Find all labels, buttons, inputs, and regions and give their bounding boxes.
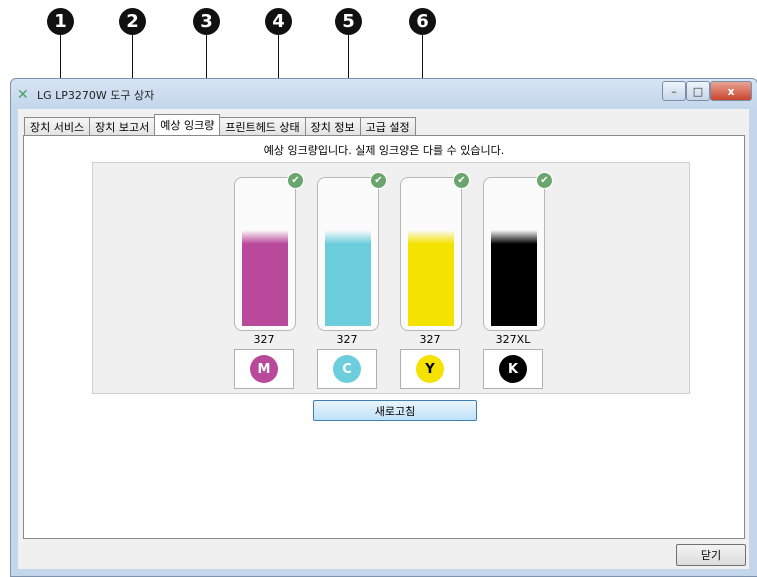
maximize-button[interactable]: □	[686, 81, 710, 101]
magenta-color-icon: M	[250, 355, 278, 383]
tab-estimated-ink[interactable]: 예상 잉크량	[154, 114, 221, 135]
refresh-button[interactable]: 새로고침	[313, 400, 477, 421]
ink-levels-area: ✔ 327 M ✔ 327 C ✔ 327 Y ✔ 327XL K	[92, 162, 690, 394]
tab-advanced-settings[interactable]: 고급 설정	[359, 117, 416, 135]
color-label-box: C	[317, 349, 377, 389]
ink-level-fill	[242, 230, 288, 326]
ink-tank	[317, 177, 379, 331]
callout-number: 4	[265, 8, 292, 35]
ink-tank	[400, 177, 462, 331]
callout-3: 3	[193, 8, 220, 123]
callout-number: 6	[409, 8, 436, 35]
cartridge-number: 327	[336, 333, 358, 346]
ink-level-fill	[325, 230, 371, 326]
yellow-color-icon: Y	[416, 355, 444, 383]
check-icon: ✔	[287, 172, 304, 189]
minimize-button[interactable]: –	[662, 81, 686, 101]
callout-4: 4	[265, 8, 292, 126]
minimize-icon: –	[671, 84, 677, 98]
ink-level-fill	[491, 230, 537, 326]
ink-tank	[483, 177, 545, 331]
cartridge-number: 327	[253, 333, 275, 346]
close-button[interactable]: 닫기	[676, 544, 746, 566]
callout-2: 2	[119, 8, 146, 126]
tab-device-info[interactable]: 장치 정보	[304, 117, 361, 135]
callout-number: 3	[193, 8, 220, 35]
callout-6: 6	[409, 8, 436, 126]
callout-5: 5	[335, 8, 362, 126]
cyan-color-icon: C	[333, 355, 361, 383]
app-icon: ✕	[17, 87, 29, 103]
tab-device-service[interactable]: 장치 서비스	[24, 117, 91, 135]
color-label-box: K	[483, 349, 543, 389]
window-client: 장치 서비스 장치 보고서 예상 잉크량 프린트헤드 상태 장치 정보 고급 설…	[18, 109, 749, 569]
maximize-icon: □	[692, 84, 704, 98]
tab-device-report[interactable]: 장치 보고서	[89, 117, 156, 135]
black-color-icon: K	[499, 355, 527, 383]
check-icon: ✔	[536, 172, 553, 189]
check-icon: ✔	[370, 172, 387, 189]
cartridge-number: 327	[419, 333, 441, 346]
callout-number: 1	[47, 8, 74, 35]
ink-estimate-message: 예상 잉크량입니다. 실제 잉크양은 다를 수 있습니다.	[263, 144, 505, 157]
cartridge-number: 327XL	[495, 333, 531, 346]
title-bar[interactable]: ✕ LG LP3270W 도구 상자 – □ x	[11, 79, 757, 109]
window-title: LG LP3270W 도구 상자	[37, 89, 155, 102]
color-label-box: Y	[400, 349, 460, 389]
ink-tank	[234, 177, 296, 331]
tab-printhead-status[interactable]: 프린트헤드 상태	[219, 117, 306, 135]
callout-number: 5	[335, 8, 362, 35]
close-icon: x	[727, 84, 735, 98]
ink-level-panel: 예상 잉크량입니다. 실제 잉크양은 다를 수 있습니다. ✔ 327 M ✔ …	[23, 135, 745, 539]
color-label-box: M	[234, 349, 294, 389]
close-window-button[interactable]: x	[710, 81, 752, 101]
callout-number: 2	[119, 8, 146, 35]
tab-bar: 장치 서비스 장치 보고서 예상 잉크량 프린트헤드 상태 장치 정보 고급 설…	[24, 114, 416, 135]
toolbox-window: ✕ LG LP3270W 도구 상자 – □ x 장치 서비스 장치 보고서 예…	[10, 78, 757, 577]
ink-level-fill	[408, 230, 454, 326]
check-icon: ✔	[453, 172, 470, 189]
callout-1: 1	[47, 8, 74, 126]
